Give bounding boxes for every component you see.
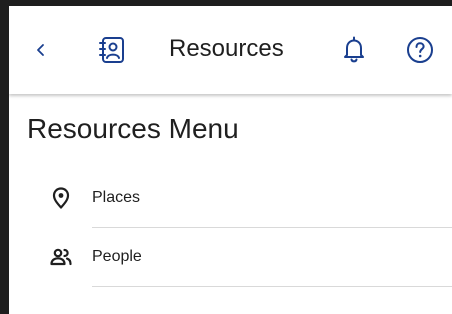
menu-divider (92, 286, 452, 287)
menu-item-people[interactable]: People (9, 228, 452, 286)
app-header: Resources (9, 6, 452, 94)
location-pin-icon (52, 187, 70, 209)
app-screen: Resources Resources Menu Places People (0, 0, 452, 314)
page-title: Resources Menu (27, 113, 239, 144)
help-circle-icon (407, 37, 433, 63)
header-title: Resources (169, 35, 284, 62)
menu-item-places[interactable]: Places (9, 169, 452, 227)
people-icon (50, 248, 72, 266)
menu-item-label-places: Places (92, 189, 141, 206)
contact-book-icon (99, 37, 124, 63)
back-button[interactable] (23, 32, 59, 68)
bell-icon (344, 36, 364, 63)
chevron-left-icon (37, 44, 44, 56)
menu-item-label-people: People (92, 248, 142, 265)
notifications-button[interactable] (334, 30, 374, 70)
contacts-button[interactable] (92, 30, 132, 70)
help-button[interactable] (398, 28, 442, 72)
